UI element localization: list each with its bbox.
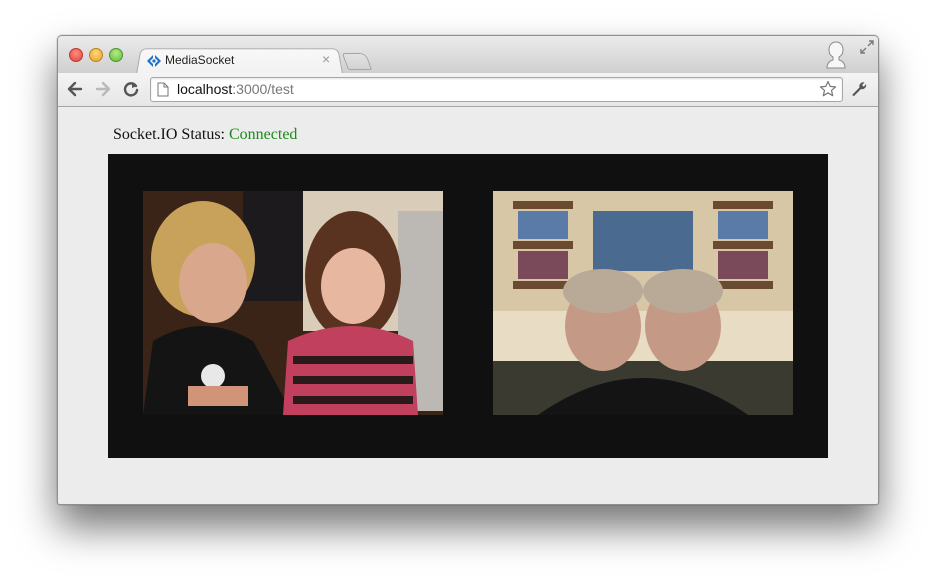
socket-status: Socket.IO Status: Connected xyxy=(113,126,297,144)
url-text: localhost:3000/test xyxy=(177,81,294,97)
page-icon xyxy=(157,82,169,97)
star-icon[interactable] xyxy=(819,80,837,98)
page-content: Socket.IO Status: Connected xyxy=(58,107,878,504)
close-window-button[interactable] xyxy=(69,48,83,62)
url-host: localhost xyxy=(177,81,233,97)
reload-icon[interactable] xyxy=(122,80,140,98)
tab-close-icon[interactable]: × xyxy=(322,51,330,67)
url-path: :3000/test xyxy=(232,81,294,97)
new-tab-button[interactable] xyxy=(341,53,373,70)
toolbar: localhost:3000/test xyxy=(58,73,878,107)
video-stage xyxy=(108,154,828,458)
wrench-icon[interactable] xyxy=(851,81,868,98)
remote-video xyxy=(493,191,793,415)
local-video xyxy=(143,191,443,415)
minimize-window-button[interactable] xyxy=(89,48,103,62)
status-label: Socket.IO Status: xyxy=(113,126,225,143)
zoom-window-button[interactable] xyxy=(109,48,123,62)
back-arrow-icon[interactable] xyxy=(66,80,84,98)
forward-arrow-icon[interactable] xyxy=(94,80,112,98)
title-bar: MediaSocket × xyxy=(58,36,878,74)
tab-content: MediaSocket × xyxy=(146,49,336,73)
remote-video-image xyxy=(493,191,793,415)
local-video-image xyxy=(143,191,443,415)
browser-window: MediaSocket × localhost:3000/test Socket… xyxy=(57,35,879,505)
status-value: Connected xyxy=(229,126,298,143)
profile-icon[interactable] xyxy=(826,41,846,69)
favicon-icon xyxy=(147,55,161,67)
tab-title: MediaSocket xyxy=(165,53,235,67)
fullscreen-icon[interactable] xyxy=(859,39,875,55)
address-bar[interactable]: localhost:3000/test xyxy=(150,77,843,102)
